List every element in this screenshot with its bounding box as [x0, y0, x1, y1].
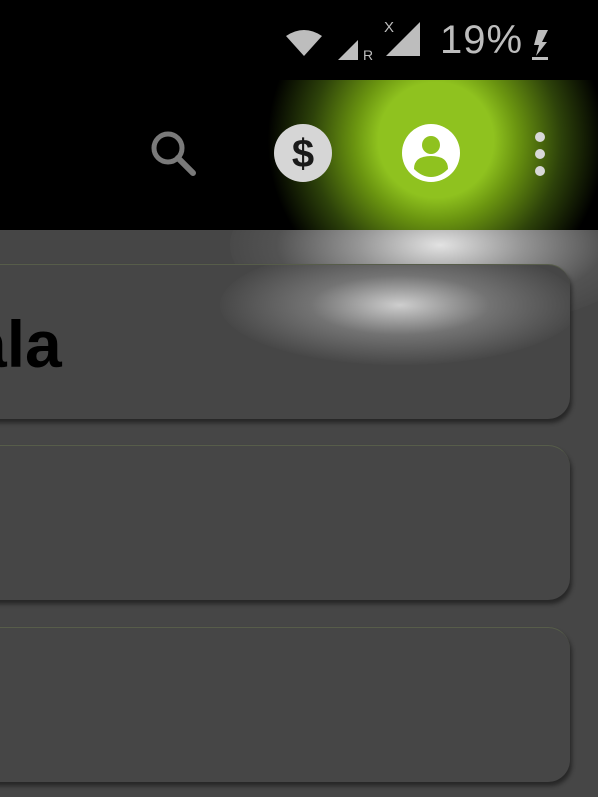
search-icon: [151, 131, 196, 176]
status-bar: R X 19%: [0, 0, 598, 80]
card-glow: [220, 265, 570, 365]
account-button[interactable]: [394, 116, 468, 190]
more-vert-icon: [535, 132, 545, 176]
search-button[interactable]: [140, 120, 210, 190]
list-card[interactable]: ala: [0, 264, 570, 419]
account-icon: [402, 124, 460, 182]
signal-no-service-icon: X: [384, 19, 420, 56]
overflow-menu-button[interactable]: [520, 120, 560, 190]
svg-text:$: $: [292, 132, 314, 176]
content-list: ala: [0, 230, 598, 797]
app-toolbar: $: [0, 80, 598, 230]
list-card[interactable]: [0, 445, 570, 600]
signal-roaming-badge: R: [363, 47, 373, 62]
currency-button[interactable]: $: [266, 116, 340, 190]
signal-roaming-icon: R: [338, 40, 373, 62]
list-card[interactable]: [0, 627, 570, 782]
wifi-icon: [286, 30, 322, 56]
signal-x-badge: X: [384, 19, 394, 36]
charging-bolt-icon: [532, 30, 548, 60]
battery-percent: 19%: [440, 18, 524, 62]
card-title: ala: [0, 307, 62, 381]
dollar-icon: $: [274, 124, 332, 182]
